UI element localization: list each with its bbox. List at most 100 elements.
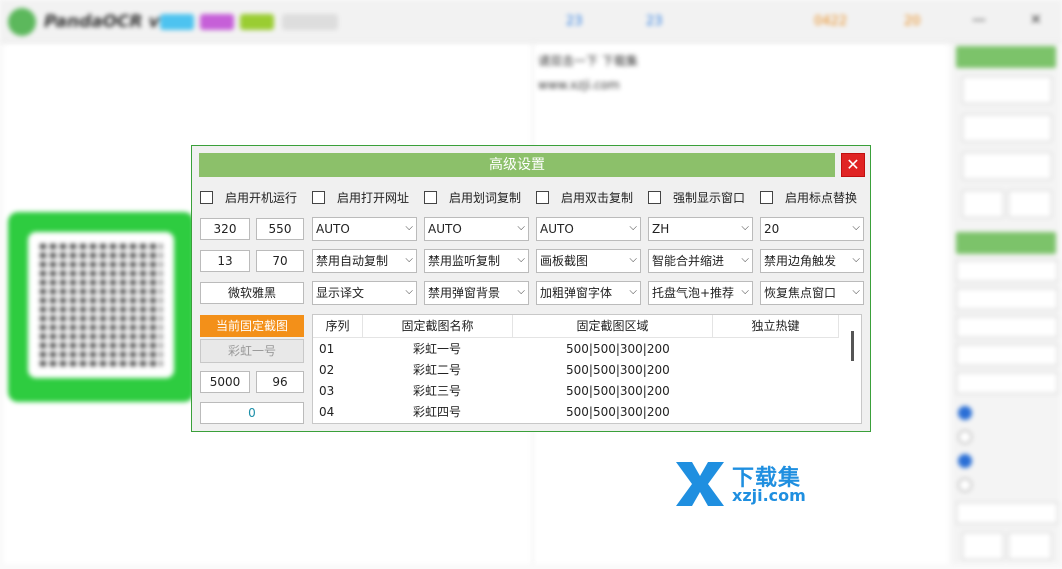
width-input[interactable]: 320 [200,218,250,240]
minimize-icon[interactable]: — [972,12,986,28]
chevron-down-icon: ⌵ [629,222,637,233]
checkbox-box[interactable] [200,190,213,204]
checkbox-box[interactable] [312,190,325,204]
checkbox-force-show-window[interactable]: 强制显示窗口 [648,189,745,205]
table-row[interactable]: 01 彩虹一号 500|500|300|200 [313,339,839,360]
watermark: 下载集 xzji.com [672,460,822,506]
chevron-down-icon: ⌵ [629,254,637,265]
quality-input[interactable]: 96 [256,371,304,393]
sidebar-select-5[interactable] [956,372,1058,394]
select-show-translation[interactable]: 显示译文 ⌵ [312,281,417,305]
checkbox-box[interactable] [648,190,661,204]
sidebar-select-3[interactable] [956,316,1058,338]
table-header: 序列 固定截图名称 固定截图区域 独立热键 [313,315,839,338]
close-icon[interactable]: ✕ [841,153,865,177]
checkbox-double-click-copy[interactable]: 启用双击复制 [536,189,633,205]
badge-4 [282,14,338,30]
select-popup-background[interactable]: 禁用弹窗背景 ⌵ [424,281,529,305]
select-corner-trigger[interactable]: 禁用边角触发 ⌵ [760,249,864,273]
sidebar-radio-1[interactable] [958,406,972,420]
sidebar-button-6[interactable] [962,532,1004,560]
app-titlebar: PandaOCR v2.7 23 23 0422 20 — ✕ [0,0,1062,43]
right-sidebar [952,44,1060,564]
app-logo-icon [8,8,36,36]
table-row[interactable]: 04 彩虹四号 500|500|300|200 [313,402,839,423]
sidebar-button-2[interactable] [962,114,1052,142]
checkbox-label: 启用划词复制 [449,190,522,205]
sidebar-select-2[interactable] [956,288,1058,310]
column-header[interactable]: 序列 [313,315,363,337]
chevron-down-icon: ⌵ [405,254,413,265]
current-fixed-screenshot-button[interactable]: 彩虹一号 [200,339,304,363]
value-input-1[interactable]: 13 [200,250,250,272]
column-header[interactable]: 固定截图区域 [513,315,713,337]
sidebar-field[interactable] [956,502,1058,524]
dialog-title: 高级设置 [199,153,835,177]
sidebar-radio-4[interactable] [958,478,972,492]
select-popup-font-bold[interactable]: 加粗弹窗字体 ⌵ [536,281,641,305]
sidebar-select-1[interactable] [956,260,1058,282]
select-source-language[interactable]: AUTO ⌵ [536,217,641,241]
checkbox-label: 启用打开网址 [337,190,410,205]
result-text-line-2: www.xzji.com [538,78,620,92]
chevron-down-icon: ⌵ [405,286,413,297]
chevron-down-icon: ⌵ [741,222,749,233]
checkbox-box[interactable] [424,190,437,204]
select-target-language[interactable]: ZH ⌵ [648,217,753,241]
checkbox-open-url[interactable]: 启用打开网址 [312,189,409,205]
qr-code-icon [40,244,162,366]
select-ocr-engine[interactable]: AUTO ⌵ [312,217,417,241]
checkbox-label: 启用双击复制 [561,190,634,205]
fixed-screenshot-table: 序列 固定截图名称 固定截图区域 独立热键 01 彩虹一号 500|500|30… [312,314,862,424]
chevron-down-icon: ⌵ [741,254,749,265]
font-name-input[interactable]: 微软雅黑 [200,282,304,304]
sidebar-header-1 [956,46,1056,68]
table-row[interactable]: 03 彩虹三号 500|500|300|200 [313,381,839,402]
checkbox-punctuation-replace[interactable]: 启用标点替换 [760,189,857,205]
column-header[interactable]: 固定截图名称 [363,315,513,337]
table-row[interactable]: 02 彩虹二号 500|500|300|200 [313,360,839,381]
chevron-down-icon: ⌵ [852,222,860,233]
watermark-logo-icon [676,460,724,506]
delay-input[interactable]: 5000 [200,371,250,393]
select-merge-indent[interactable]: 智能合并缩进 ⌵ [648,249,753,273]
checkbox-box[interactable] [760,190,773,204]
checkbox-label: 启用开机运行 [225,190,298,205]
select-tray-bubble[interactable]: 托盘气泡+推荐 ⌵ [648,281,753,305]
select-monitor-copy[interactable]: 禁用监听复制 ⌵ [424,249,529,273]
value-input-2[interactable]: 70 [256,250,304,272]
select-translate-engine[interactable]: AUTO ⌵ [424,217,529,241]
sidebar-radio-2[interactable] [958,430,972,444]
qr-panel [8,212,194,402]
sidebar-button-3[interactable] [962,152,1052,180]
chevron-down-icon: ⌵ [852,254,860,265]
watermark-url: xzji.com [732,486,806,505]
column-header[interactable]: 独立热键 [713,315,839,337]
sidebar-button-4[interactable] [962,190,1004,218]
sidebar-button-5[interactable] [1008,190,1052,218]
select-auto-copy[interactable]: 禁用自动复制 ⌵ [312,249,417,273]
counter-field: 0 [200,402,304,424]
height-input[interactable]: 550 [256,218,304,240]
current-fixed-screenshot-label: 当前固定截图 [200,315,304,337]
badge-3 [240,14,274,30]
chevron-down-icon: ⌵ [741,286,749,297]
chevron-down-icon: ⌵ [852,286,860,297]
badge-1 [160,14,194,30]
sidebar-radio-3[interactable] [958,454,972,468]
sidebar-header-2 [956,232,1056,254]
chevron-down-icon: ⌵ [629,286,637,297]
sidebar-select-4[interactable] [956,344,1058,366]
select-font-size[interactable]: 20 ⌵ [760,217,864,241]
checkbox-box[interactable] [536,190,549,204]
sidebar-button-1[interactable] [962,76,1052,104]
table-scrollbar[interactable] [851,331,854,361]
checkbox-select-copy[interactable]: 启用划词复制 [424,189,521,205]
checkbox-autostart[interactable]: 启用开机运行 [200,189,297,205]
title-number-2: 23 [646,14,663,29]
close-window-icon[interactable]: ✕ [1030,12,1042,28]
sidebar-button-7[interactable] [1008,532,1052,560]
select-restore-focus[interactable]: 恢复焦点窗口 ⌵ [760,281,864,305]
select-screenshot-mode[interactable]: 画板截图 ⌵ [536,249,641,273]
title-number-4: 20 [904,14,921,29]
